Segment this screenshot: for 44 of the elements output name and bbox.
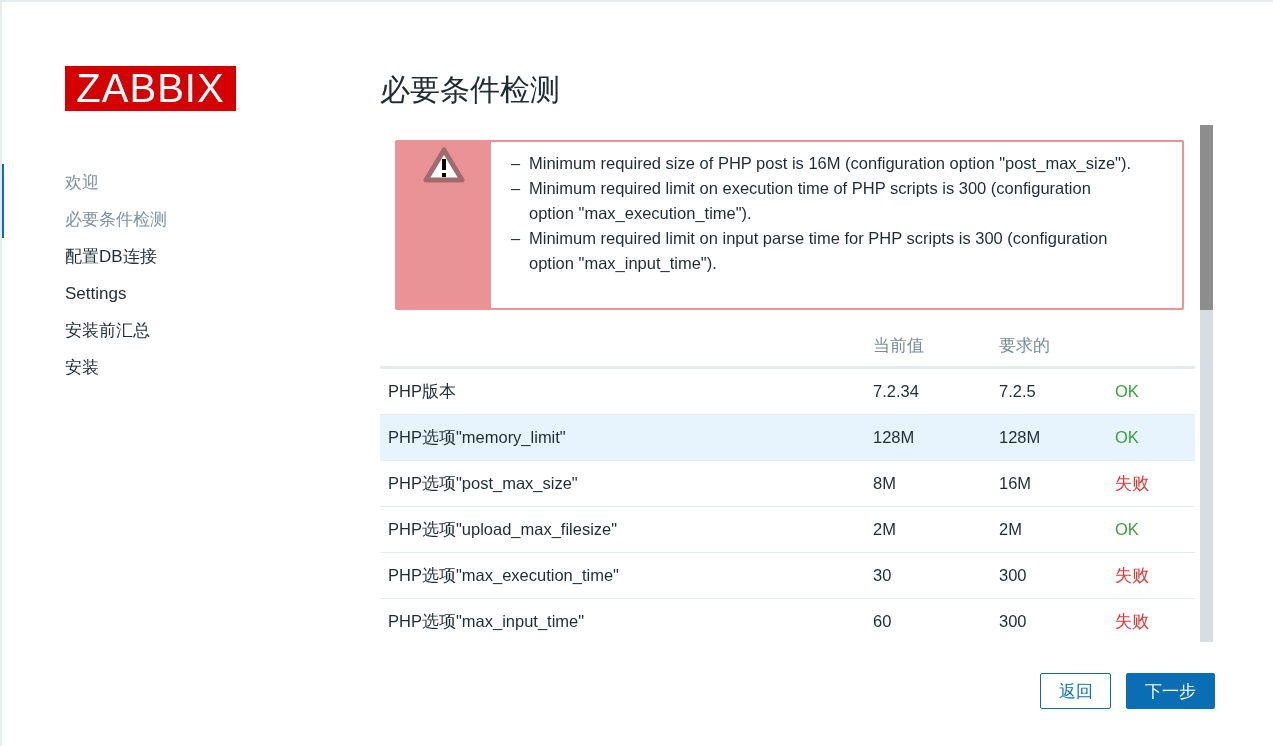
- table-cell: PHP选项"upload_max_filesize": [380, 506, 873, 553]
- table-cell: PHP选项"max_input_time": [380, 598, 873, 642]
- status-cell: 失败: [1115, 598, 1195, 642]
- table-cell: PHP选项"post_max_size": [380, 460, 873, 507]
- dash-bullet: –: [511, 178, 522, 199]
- dash-bullet: –: [511, 228, 522, 249]
- status-cell: OK: [1115, 414, 1195, 461]
- table-cell: PHP版本: [380, 367, 873, 415]
- column-header: 要求的: [999, 326, 1115, 368]
- next-button[interactable]: 下一步: [1126, 673, 1215, 709]
- table-cell: 300: [999, 552, 1115, 599]
- table-cell: 60: [873, 598, 999, 642]
- table-cell: PHP选项"memory_limit": [380, 414, 873, 461]
- warning-text: Minimum required limit on execution time of PHP scripts is 300 (configuration option "max_execution_time").: [529, 178, 1092, 224]
- scrollbar[interactable]: [1200, 125, 1213, 642]
- warning-text: Minimum required limit on input parse time for PHP scripts is 300 (configuration option "max_input_time").: [529, 228, 1109, 274]
- table-cell: 128M: [999, 414, 1115, 461]
- logo: ZABBIX: [65, 66, 236, 111]
- back-button[interactable]: 返回: [1040, 673, 1111, 709]
- table-cell: 2M: [873, 506, 999, 553]
- table-cell: 2M: [999, 506, 1115, 553]
- column-header: 当前值: [873, 326, 999, 368]
- page-title: 必要条件检测: [380, 72, 561, 108]
- table-cell: 7.2.34: [873, 367, 999, 415]
- step-item: 必要条件检测: [2, 201, 380, 238]
- step-item: 安装: [64, 357, 100, 379]
- step-item: 安装前汇总: [64, 320, 151, 342]
- step-item: 欢迎: [2, 164, 380, 201]
- table-cell: 300: [999, 598, 1115, 642]
- status-cell: 失败: [1115, 460, 1195, 507]
- step-item: Settings: [64, 283, 128, 305]
- step-item: 配置DB连接: [64, 246, 158, 268]
- status-cell: 失败: [1115, 552, 1195, 599]
- table-cell: 7.2.5: [999, 367, 1115, 415]
- table-cell: 8M: [873, 460, 999, 507]
- status-cell: OK: [1115, 506, 1195, 553]
- warning-icon: [422, 146, 466, 184]
- table-cell: 128M: [873, 414, 999, 461]
- warning-text: Minimum required size of PHP post is 16M (configuration option "post_max_size").: [529, 153, 1131, 174]
- table-cell: PHP选项"max_execution_time": [380, 552, 873, 599]
- table-cell: 16M: [999, 460, 1115, 507]
- status-cell: OK: [1115, 367, 1195, 415]
- table-cell: 30: [873, 552, 999, 599]
- dash-bullet: –: [511, 153, 522, 174]
